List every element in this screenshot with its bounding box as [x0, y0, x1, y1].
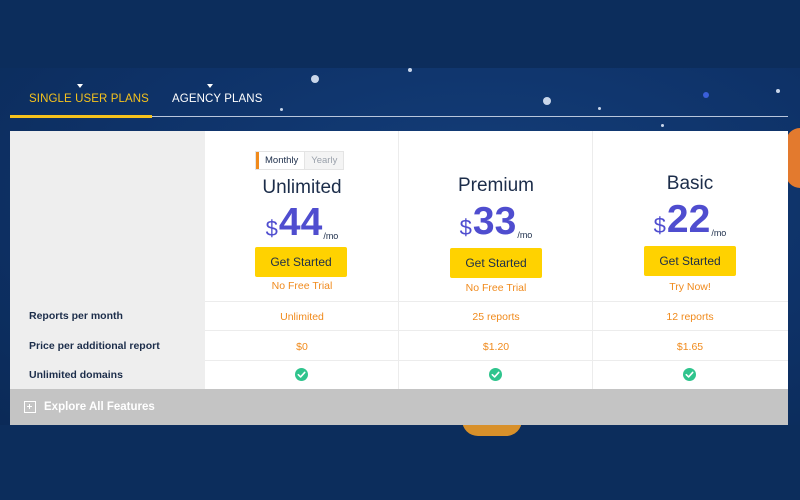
tab-single-user-plans[interactable]: SINGLE USER PLANS	[29, 93, 149, 105]
row-divider	[205, 360, 788, 361]
plan-name-basic: Basic	[666, 173, 714, 194]
check-circle-icon	[295, 368, 308, 381]
currency-symbol: $	[265, 216, 278, 241]
active-tab-indicator	[10, 115, 152, 118]
check-circle-icon	[683, 368, 696, 381]
page-background-bottom	[0, 425, 800, 500]
get-started-button-basic[interactable]: Get Started	[644, 246, 736, 276]
reports-per-month-premium: 25 reports	[472, 311, 520, 323]
star-decoration	[598, 107, 601, 110]
check-circle-icon	[489, 368, 502, 381]
button-label: Get Started	[659, 254, 721, 268]
reports-per-month-basic: 12 reports	[666, 311, 714, 323]
chevron-down-icon	[207, 84, 213, 88]
explore-all-features-label: Explore All Features	[44, 401, 155, 413]
star-decoration	[543, 97, 551, 105]
row-divider	[205, 330, 788, 331]
tab-agency-plans[interactable]: AGENCY PLANS	[172, 93, 262, 105]
chevron-down-icon	[77, 84, 83, 88]
feature-label-unlimited-domains: Unlimited domains	[29, 369, 123, 381]
additional-report-price-premium: $1.20	[482, 341, 510, 353]
reports-per-month-unlimited: Unlimited	[280, 311, 324, 323]
plan-name-premium: Premium	[457, 175, 534, 196]
star-decoration	[311, 75, 319, 83]
currency-symbol: $	[653, 213, 666, 238]
star-decoration	[408, 68, 412, 72]
billing-yearly-option[interactable]: Yearly	[304, 152, 344, 169]
star-decoration	[703, 92, 709, 98]
price-period: /mo	[517, 230, 533, 240]
plan-note-basic: Try Now!	[669, 281, 711, 293]
get-started-button-unlimited[interactable]: Get Started	[255, 247, 347, 277]
plan-note-unlimited: No Free Trial	[271, 280, 333, 292]
plus-square-icon	[24, 401, 36, 413]
get-started-button-premium[interactable]: Get Started	[450, 248, 542, 278]
plan-price-unlimited: $ 44 /mo	[205, 203, 399, 243]
pricing-table: Reports per month Price per additional r…	[10, 131, 788, 389]
plan-price-premium: $ 33 /mo	[399, 202, 593, 242]
star-decoration	[661, 124, 664, 127]
currency-symbol: $	[459, 215, 472, 240]
price-amount: 22	[666, 198, 711, 241]
page-background-top	[0, 0, 800, 72]
explore-all-features-bar[interactable]: Explore All Features	[10, 389, 788, 425]
button-label: Get Started	[270, 255, 332, 269]
planet-decoration	[786, 128, 800, 188]
feature-label-reports-per-month: Reports per month	[29, 310, 123, 322]
plan-price-basic: $ 22 /mo	[593, 200, 787, 240]
additional-report-price-unlimited: $0	[296, 341, 308, 353]
price-amount: 33	[472, 200, 517, 243]
billing-monthly-option[interactable]: Monthly	[256, 152, 305, 169]
price-amount: 44	[278, 201, 323, 244]
price-period: /mo	[323, 231, 339, 241]
star-decoration	[776, 89, 780, 93]
feature-label-price-per-additional-report: Price per additional report	[29, 340, 160, 352]
billing-period-toggle: Monthly Yearly	[255, 151, 345, 170]
star-decoration	[280, 108, 283, 111]
plan-note-premium: No Free Trial	[465, 282, 527, 294]
button-label: Get Started	[465, 256, 527, 270]
additional-report-price-basic: $1.65	[676, 341, 704, 353]
price-period: /mo	[711, 228, 727, 238]
row-divider	[205, 301, 788, 302]
plan-name-unlimited: Unlimited	[262, 177, 342, 198]
